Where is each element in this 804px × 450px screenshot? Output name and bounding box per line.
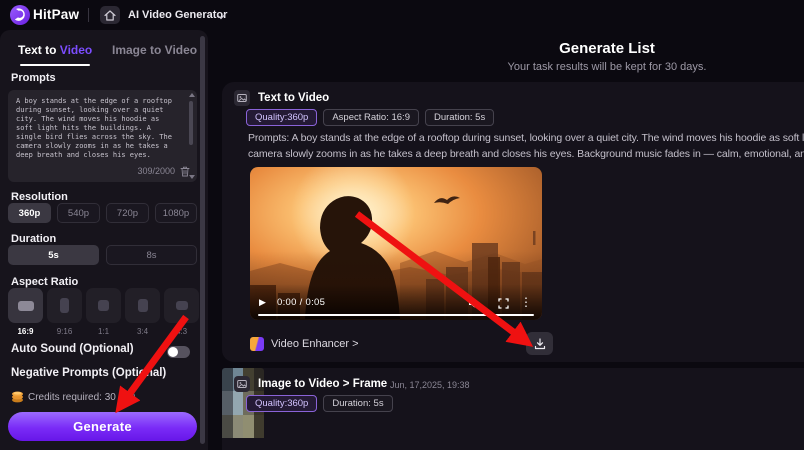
- quality-badge: Quality:360p: [246, 109, 317, 126]
- video-player[interactable]: ▶ 0:00 / 0:05 ⋮: [250, 167, 542, 320]
- active-tab-underline: [20, 64, 90, 66]
- scroll-thumb[interactable]: [189, 101, 193, 145]
- trash-icon[interactable]: [180, 166, 190, 177]
- aspect-caption: 3:4: [125, 327, 160, 336]
- aspect-16-9[interactable]: [8, 288, 43, 323]
- resolution-label: Resolution: [11, 191, 68, 203]
- generate-button[interactable]: Generate: [8, 412, 197, 441]
- resolution-720p[interactable]: 720p: [106, 203, 149, 223]
- duration-8s[interactable]: 8s: [106, 245, 197, 265]
- play-icon[interactable]: ▶: [259, 297, 266, 308]
- badge-row: Quality:360p Duration: 5s: [246, 395, 393, 412]
- square-shape-icon: [98, 300, 109, 311]
- scroll-up-icon[interactable]: [189, 93, 195, 97]
- player-menu-icon[interactable]: ⋮: [520, 295, 532, 309]
- tab-text-to-video[interactable]: Text to Video: [18, 43, 92, 57]
- landscape-shape-icon: [18, 301, 34, 311]
- tab-image-to-video[interactable]: Image to Video: [112, 43, 197, 57]
- prompt-text-line2: camera slowly zooms in as he takes a dee…: [248, 148, 804, 160]
- sidebar: Text to Video Image to Video Prompts A b…: [0, 30, 208, 450]
- aspect-ratio-label: Aspect Ratio: [11, 276, 78, 288]
- brand-name: HitPaw: [33, 7, 79, 22]
- task-card-image-to-video: Image to Video > Frame Jun, 17,2025, 19:…: [222, 368, 804, 450]
- aspect-9-16[interactable]: [47, 288, 82, 323]
- page-title: Generate List: [222, 40, 804, 57]
- top-bar: HitPaw AI Video Generator: [0, 0, 804, 30]
- aspect-badge: Aspect Ratio: 16:9: [323, 109, 419, 126]
- prompts-label: Prompts: [11, 72, 56, 84]
- download-button[interactable]: [526, 332, 553, 355]
- resolution-1080p[interactable]: 1080p: [155, 203, 197, 223]
- seek-bar[interactable]: [258, 314, 534, 317]
- task-type-icon: [234, 90, 250, 106]
- video-enhancer-link[interactable]: Video Enhancer >: [250, 337, 359, 351]
- topbar-divider: [88, 8, 89, 22]
- fullscreen-icon[interactable]: [498, 298, 509, 309]
- aspect-caption: 4:3: [164, 327, 199, 336]
- tall-shape-icon: [138, 299, 148, 312]
- portrait-shape-icon: [60, 298, 69, 313]
- quality-badge: Quality:360p: [246, 395, 317, 412]
- card-title: Image to Video > Frame: [258, 378, 387, 390]
- credits-required-text: Credits required: 30: [28, 392, 116, 403]
- card-title: Text to Video: [258, 92, 329, 104]
- badge-row: Quality:360p Aspect Ratio: 16:9 Duration…: [246, 109, 494, 126]
- duration-label: Duration: [11, 233, 56, 245]
- resolution-540p[interactable]: 540p: [57, 203, 100, 223]
- video-enhancer-icon: [250, 337, 264, 351]
- download-icon: [534, 338, 546, 350]
- negative-prompts-label[interactable]: Negative Prompts (Optional): [11, 367, 166, 379]
- auto-sound-label: Auto Sound (Optional): [11, 343, 134, 355]
- prompt-textarea[interactable]: A boy stands at the edge of a rooftop du…: [8, 90, 197, 182]
- aspect-4-3[interactable]: [164, 288, 199, 323]
- task-type-icon: [234, 376, 250, 392]
- task-card-text-to-video: Text to Video Quality:360p Aspect Ratio:…: [222, 82, 804, 362]
- toggle-knob: [168, 347, 178, 357]
- duration-5s[interactable]: 5s: [8, 245, 99, 265]
- duration-badge: Duration: 5s: [425, 109, 494, 126]
- aspect-caption: 1:1: [86, 327, 121, 336]
- coin-icon: [11, 390, 24, 403]
- home-button[interactable]: [100, 6, 120, 24]
- app-title[interactable]: AI Video Generator: [128, 9, 227, 21]
- resolution-360p[interactable]: 360p: [8, 203, 51, 223]
- aspect-1-1[interactable]: [86, 288, 121, 323]
- wide-shape-icon: [176, 301, 188, 310]
- prompt-text-line1: Prompts: A boy stands at the edge of a r…: [248, 132, 804, 144]
- playback-time: 0:00 / 0:05: [277, 297, 325, 308]
- aspect-caption: 9:16: [47, 327, 82, 336]
- app-window: HitPaw AI Video Generator Text to Video …: [0, 0, 804, 450]
- volume-icon[interactable]: [468, 298, 480, 309]
- home-icon: [104, 10, 116, 21]
- hitpaw-logo-icon: [9, 4, 31, 26]
- char-counter: 309/2000: [137, 166, 175, 176]
- page-subtitle: Your task results will be kept for 30 da…: [222, 61, 804, 73]
- duration-badge: Duration: 5s: [323, 395, 392, 412]
- aspect-caption: 16:9: [8, 327, 43, 336]
- help-icon[interactable]: ?: [124, 391, 135, 402]
- sidebar-scrollbar[interactable]: [200, 36, 205, 444]
- auto-sound-toggle[interactable]: [167, 346, 190, 358]
- task-timestamp: Jun, 17,2025, 19:38: [390, 380, 470, 390]
- aspect-3-4[interactable]: [125, 288, 160, 323]
